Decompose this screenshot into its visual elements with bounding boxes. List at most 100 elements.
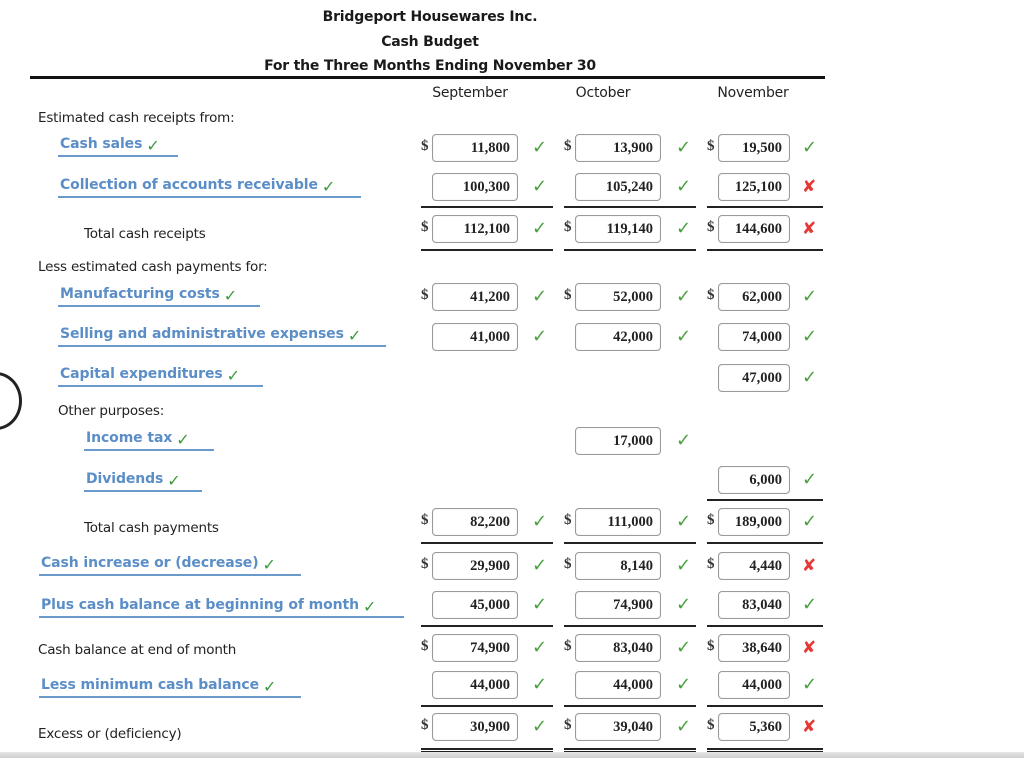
label-select-capital-expenditures[interactable]: Capital expenditures ✓	[58, 363, 263, 387]
total-payments-october-input[interactable]: 111,000	[575, 508, 661, 536]
total-underline	[707, 542, 823, 544]
plus-beginning-september-input[interactable]: 45,000	[432, 591, 518, 619]
end-balance-october-input[interactable]: 83,040	[575, 634, 661, 662]
total-payments-september-input[interactable]: 82,200	[432, 508, 518, 536]
collection-ar-october-input[interactable]: 105,240	[575, 173, 661, 201]
selling-admin-november-input[interactable]: 74,000	[718, 323, 790, 351]
label-select-selling-admin[interactable]: Selling and administrative expenses ✓	[58, 323, 386, 347]
x-icon: ✘	[802, 219, 817, 239]
label-text: Collection of accounts receivable	[60, 177, 318, 193]
end-balance-november-input[interactable]: 38,640	[718, 634, 790, 662]
check-icon: ✓	[802, 286, 818, 307]
dividends-november-input[interactable]: 6,000	[718, 466, 790, 494]
payments-heading: Less estimated cash payments for:	[38, 259, 268, 275]
check-icon: ✓	[676, 286, 692, 307]
manufacturing-costs-october-input[interactable]: 52,000	[575, 283, 661, 311]
label-select-cash-increase[interactable]: Cash increase or (decrease) ✓	[39, 552, 301, 576]
check-icon: ✓	[532, 218, 548, 239]
cash-increase-september-input[interactable]: 29,900	[432, 552, 518, 580]
label-select-less-minimum[interactable]: Less minimum cash balance ✓	[39, 674, 301, 698]
total-payments-november-input[interactable]: 189,000	[718, 508, 790, 536]
income-tax-october-input[interactable]: 17,000	[575, 427, 661, 455]
currency-symbol: $	[707, 638, 715, 654]
check-icon: ✓	[146, 136, 160, 155]
radio-circle-icon	[0, 372, 22, 430]
collection-ar-september-input[interactable]: 100,300	[432, 173, 518, 201]
less-minimum-october-input[interactable]: 44,000	[575, 671, 661, 699]
check-icon: ✓	[802, 511, 818, 532]
excess-october-input[interactable]: 39,040	[575, 713, 661, 741]
currency-symbol: $	[564, 717, 572, 733]
x-icon: ✘	[802, 717, 817, 737]
currency-symbol: $	[421, 717, 429, 733]
less-minimum-september-input[interactable]: 44,000	[432, 671, 518, 699]
collection-ar-november-input[interactable]: 125,100	[718, 173, 790, 201]
label-select-income-tax[interactable]: Income tax ✓	[84, 427, 214, 451]
selling-admin-september-input[interactable]: 41,000	[432, 323, 518, 351]
currency-symbol: $	[707, 219, 715, 235]
label-text: Income tax	[86, 430, 173, 446]
check-icon: ✓	[321, 177, 336, 196]
capital-expenditures-november-input[interactable]: 47,000	[718, 364, 790, 392]
plus-beginning-october-input[interactable]: 74,900	[575, 591, 661, 619]
manufacturing-costs-september-input[interactable]: 41,200	[432, 283, 518, 311]
currency-symbol: $	[707, 556, 715, 572]
cash-increase-november-input[interactable]: 4,440	[718, 552, 790, 580]
check-icon: ✓	[532, 637, 548, 658]
excess-november-input[interactable]: 5,360	[718, 713, 790, 741]
currency-symbol: $	[707, 138, 715, 154]
less-minimum-november-input[interactable]: 44,000	[718, 671, 790, 699]
currency-symbol: $	[564, 638, 572, 654]
end-balance-september-input[interactable]: 74,900	[432, 634, 518, 662]
cash-sales-september-input[interactable]: 11,800	[432, 134, 518, 162]
currency-symbol: $	[421, 287, 429, 303]
total-receipts-november-input[interactable]: 144,600	[718, 215, 790, 243]
bottom-edge	[0, 752, 1024, 758]
check-icon: ✓	[347, 326, 362, 345]
check-icon: ✓	[532, 594, 548, 615]
currency-symbol: $	[707, 717, 715, 733]
label-select-manufacturing-costs[interactable]: Manufacturing costs ✓	[58, 283, 260, 307]
check-icon: ✓	[532, 555, 548, 576]
check-icon: ✓	[532, 137, 548, 158]
total-underline	[421, 542, 553, 544]
check-icon: ✓	[802, 326, 818, 347]
label-select-plus-beginning[interactable]: Plus cash balance at beginning of month ✓	[39, 594, 404, 618]
label-text: Capital expenditures	[60, 366, 223, 382]
check-icon: ✓	[262, 555, 276, 574]
total-underline	[421, 705, 553, 707]
column-header-november: November	[717, 85, 789, 101]
total-receipts-september-input[interactable]: 112,100	[432, 215, 518, 243]
label-text: Cash increase or (decrease)	[41, 555, 259, 571]
label-text: Cash sales	[60, 136, 143, 152]
total-underline	[564, 705, 696, 707]
label-select-cash-sales[interactable]: Cash sales ✓	[58, 133, 178, 157]
selling-admin-october-input[interactable]: 42,000	[575, 323, 661, 351]
check-icon: ✓	[532, 716, 548, 737]
currency-symbol: $	[421, 138, 429, 154]
excess-september-input[interactable]: 30,900	[432, 713, 518, 741]
currency-symbol: $	[564, 512, 572, 528]
check-icon: ✓	[167, 471, 181, 490]
x-icon: ✘	[802, 556, 817, 576]
manufacturing-costs-november-input[interactable]: 62,000	[718, 283, 790, 311]
label-select-collection-ar[interactable]: Collection of accounts receivable ✓	[58, 174, 361, 198]
currency-symbol: $	[421, 512, 429, 528]
label-select-dividends[interactable]: Dividends ✓	[84, 468, 202, 492]
cash-sales-october-input[interactable]: 13,900	[575, 134, 661, 162]
cash-sales-november-input[interactable]: 19,500	[718, 134, 790, 162]
label-text: Less minimum cash balance	[41, 677, 260, 693]
excess-label: Excess or (deficiency)	[38, 726, 182, 742]
currency-symbol: $	[564, 556, 572, 572]
cash-increase-october-input[interactable]: 8,140	[575, 552, 661, 580]
check-icon: ✓	[676, 137, 692, 158]
currency-symbol: $	[421, 638, 429, 654]
total-underline	[707, 249, 823, 251]
total-receipts-october-input[interactable]: 119,140	[575, 215, 661, 243]
currency-symbol: $	[421, 556, 429, 572]
check-icon: ✓	[532, 176, 548, 197]
check-icon: ✓	[802, 674, 818, 695]
plus-beginning-november-input[interactable]: 83,040	[718, 591, 790, 619]
check-icon: ✓	[532, 511, 548, 532]
check-icon: ✓	[802, 367, 818, 388]
